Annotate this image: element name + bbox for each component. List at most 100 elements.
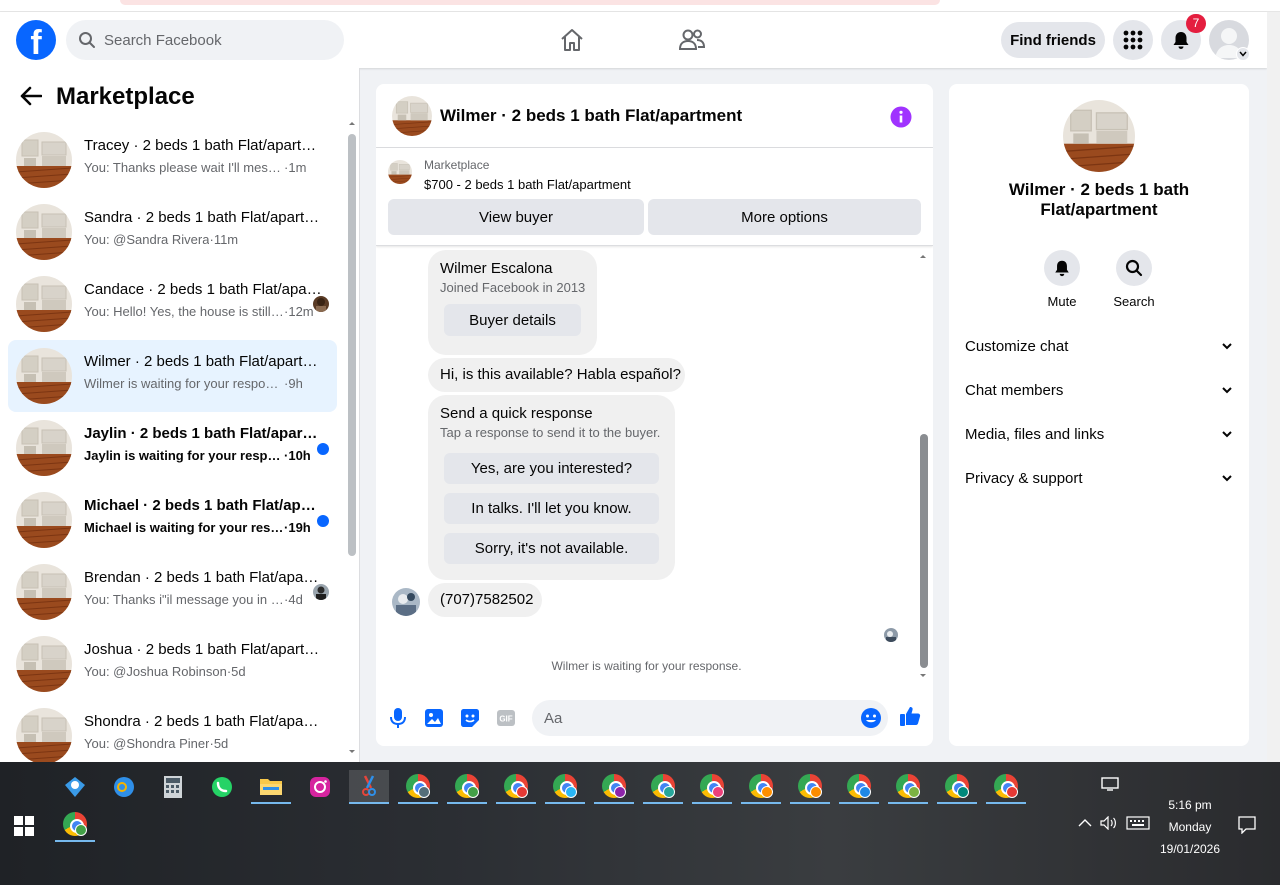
conversation-title: Michael · 2 beds 1 bath Flat/apartment <box>84 497 322 514</box>
taskbar-app-edge[interactable] <box>104 770 144 804</box>
taskbar-chrome-profile[interactable] <box>594 770 634 804</box>
listing-price[interactable]: $700 - 2 beds 1 bath Flat/apartment <box>424 177 631 192</box>
search-box[interactable] <box>66 20 344 60</box>
conversation-item[interactable]: Jaylin · 2 beds 1 bath Flat/apartment Jay… <box>8 412 337 484</box>
taskbar-chrome-profile[interactable] <box>545 770 585 804</box>
bell-icon <box>1055 260 1069 277</box>
buyer-joined: Joined Facebook in 2013 <box>440 280 586 295</box>
details-section-row[interactable]: Customize chat <box>957 324 1241 368</box>
info-button[interactable] <box>890 106 912 133</box>
facebook-logo[interactable]: f <box>16 20 56 60</box>
conversation-item[interactable]: Tracey · 2 beds 1 bath Flat/apartment You… <box>8 124 337 196</box>
notification-center-icon[interactable] <box>1238 816 1256 834</box>
conversation-preview: You: Thanks please wait I'll message you… <box>84 160 307 175</box>
view-buyer-button[interactable]: View buyer <box>388 199 644 235</box>
chat-header: Wilmer · 2 beds 1 bath Flat/apartment <box>376 84 933 148</box>
taskbar-app-whatsapp[interactable] <box>202 770 242 804</box>
details-section-row[interactable]: Chat members <box>957 368 1241 412</box>
conversation-item[interactable]: Joshua · 2 beds 1 bath Flat/apartment You… <box>8 628 337 700</box>
taskbar-chrome-profile[interactable] <box>790 770 830 804</box>
taskbar-chrome-profile[interactable] <box>496 770 536 804</box>
quick-response-button[interactable]: Sorry, it's not available. <box>444 533 659 564</box>
conversation-title: Candace · 2 beds 1 bath Flat/apartment <box>84 281 322 298</box>
taskbar-chrome-profile[interactable] <box>937 770 977 804</box>
taskbar-chrome-profile[interactable] <box>447 770 487 804</box>
sticker-icon[interactable] <box>458 706 482 730</box>
message-input-box[interactable] <box>532 700 888 736</box>
keyboard-icon[interactable] <box>1126 816 1150 830</box>
details-section-row[interactable]: Privacy & support <box>957 456 1241 500</box>
taskbar-chrome-profile[interactable] <box>398 770 438 804</box>
home-nav[interactable] <box>558 26 586 59</box>
search-input[interactable] <box>104 31 324 49</box>
microphone-icon[interactable] <box>386 706 410 730</box>
find-friends-button[interactable]: Find friends <box>1001 22 1105 58</box>
sender-avatar[interactable] <box>392 588 420 616</box>
chat-avatar[interactable] <box>392 96 432 136</box>
conversation-avatar <box>16 636 72 692</box>
account-chevron-icon[interactable] <box>1236 47 1250 61</box>
taskbar-clock[interactable]: 5:16 pm Monday 19/01/2026 <box>1150 794 1230 860</box>
details-section-row[interactable]: Media, files and links <box>957 412 1241 456</box>
chevron-down-icon <box>1222 431 1232 438</box>
details-section-label: Privacy & support <box>965 469 1083 487</box>
taskbar-chrome-profile[interactable] <box>643 770 683 804</box>
details-section-label: Media, files and links <box>965 425 1105 443</box>
conversation-item[interactable]: Sandra · 2 beds 1 bath Flat/apartment You… <box>8 196 337 268</box>
menu-button[interactable] <box>1113 20 1153 60</box>
details-avatar[interactable] <box>1063 100 1135 172</box>
taskbar-chrome-profile[interactable] <box>839 770 879 804</box>
volume-icon[interactable] <box>1100 816 1118 830</box>
taskbar-app-calculator[interactable] <box>153 770 193 804</box>
conversation-preview: You: @Shondra Piner · 5d <box>84 736 229 751</box>
waiting-note: Wilmer is waiting for your response. <box>551 659 742 673</box>
buyer-details-button[interactable]: Buyer details <box>444 304 581 336</box>
listing-thumbnail[interactable] <box>388 160 412 184</box>
conversation-item[interactable]: Candace · 2 beds 1 bath Flat/apartment Yo… <box>8 268 337 340</box>
seen-avatar <box>313 296 329 312</box>
taskbar-app-instagram[interactable] <box>300 770 340 804</box>
taskbar-app-file-explorer[interactable] <box>251 770 291 804</box>
start-button[interactable] <box>14 816 34 841</box>
taskbar-app-maps[interactable] <box>55 770 95 804</box>
gif-icon[interactable]: GIF <box>494 706 518 730</box>
friends-nav[interactable] <box>678 26 706 59</box>
taskbar-chrome-profile[interactable] <box>986 770 1026 804</box>
chat-panel: Wilmer · 2 beds 1 bath Flat/apartment Ma… <box>376 84 933 746</box>
back-button[interactable] <box>20 86 43 111</box>
chat-title[interactable]: Wilmer · 2 beds 1 bath Flat/apartment <box>440 106 742 126</box>
conversation-item[interactable]: Shondra · 2 beds 1 bath Flat/apartment Yo… <box>8 700 337 762</box>
conversation-avatar <box>16 132 72 188</box>
details-section-label: Chat members <box>965 381 1064 399</box>
chevron-up-icon[interactable] <box>1078 818 1092 828</box>
mute-button[interactable]: Mute <box>1032 250 1092 309</box>
quick-response-button[interactable]: In talks. I'll let you know. <box>444 493 659 524</box>
like-thumb-icon[interactable] <box>898 704 922 728</box>
emoji-icon[interactable] <box>859 706 883 730</box>
taskbar-app-snipping-tool[interactable] <box>349 770 389 804</box>
taskbar-chrome-profile[interactable] <box>888 770 928 804</box>
chat-scroll-thumb[interactable] <box>920 434 928 668</box>
message-input[interactable] <box>544 709 844 727</box>
clock-time: 5:16 pm <box>1168 798 1212 812</box>
image-icon[interactable] <box>422 706 446 730</box>
taskbar-chrome-profile[interactable] <box>692 770 732 804</box>
quick-response-button[interactable]: Yes, are you interested? <box>444 453 659 484</box>
taskbar-chrome-pinned[interactable] <box>55 808 95 842</box>
desktop-icon[interactable] <box>1100 776 1120 792</box>
conversation-title: Brendan · 2 beds 1 bath Flat/apartment <box>84 569 322 586</box>
conversation-item[interactable]: Brendan · 2 beds 1 bath Flat/apartment Yo… <box>8 556 337 628</box>
more-options-button[interactable]: More options <box>648 199 921 235</box>
arrow-left-icon <box>20 86 43 106</box>
sidebar-scroll-thumb[interactable] <box>348 134 356 556</box>
conversation-item[interactable]: Michael · 2 beds 1 bath Flat/apartment Mi… <box>8 484 337 556</box>
conversation-preview: You: Thanks i"il message you in a bit · 4d <box>84 592 303 607</box>
seen-avatar <box>313 584 329 600</box>
search-chat-button[interactable]: Search <box>1104 250 1164 309</box>
clock-day: Monday <box>1168 820 1212 834</box>
conversation-item[interactable]: Wilmer · 2 beds 1 bath Flat/apartment Wil… <box>8 340 337 412</box>
notification-badge: 7 <box>1186 14 1206 33</box>
taskbar-chrome-profile[interactable] <box>741 770 781 804</box>
page-scrollbar[interactable] <box>1267 12 1280 762</box>
quick-response-title: Send a quick response <box>440 405 593 422</box>
